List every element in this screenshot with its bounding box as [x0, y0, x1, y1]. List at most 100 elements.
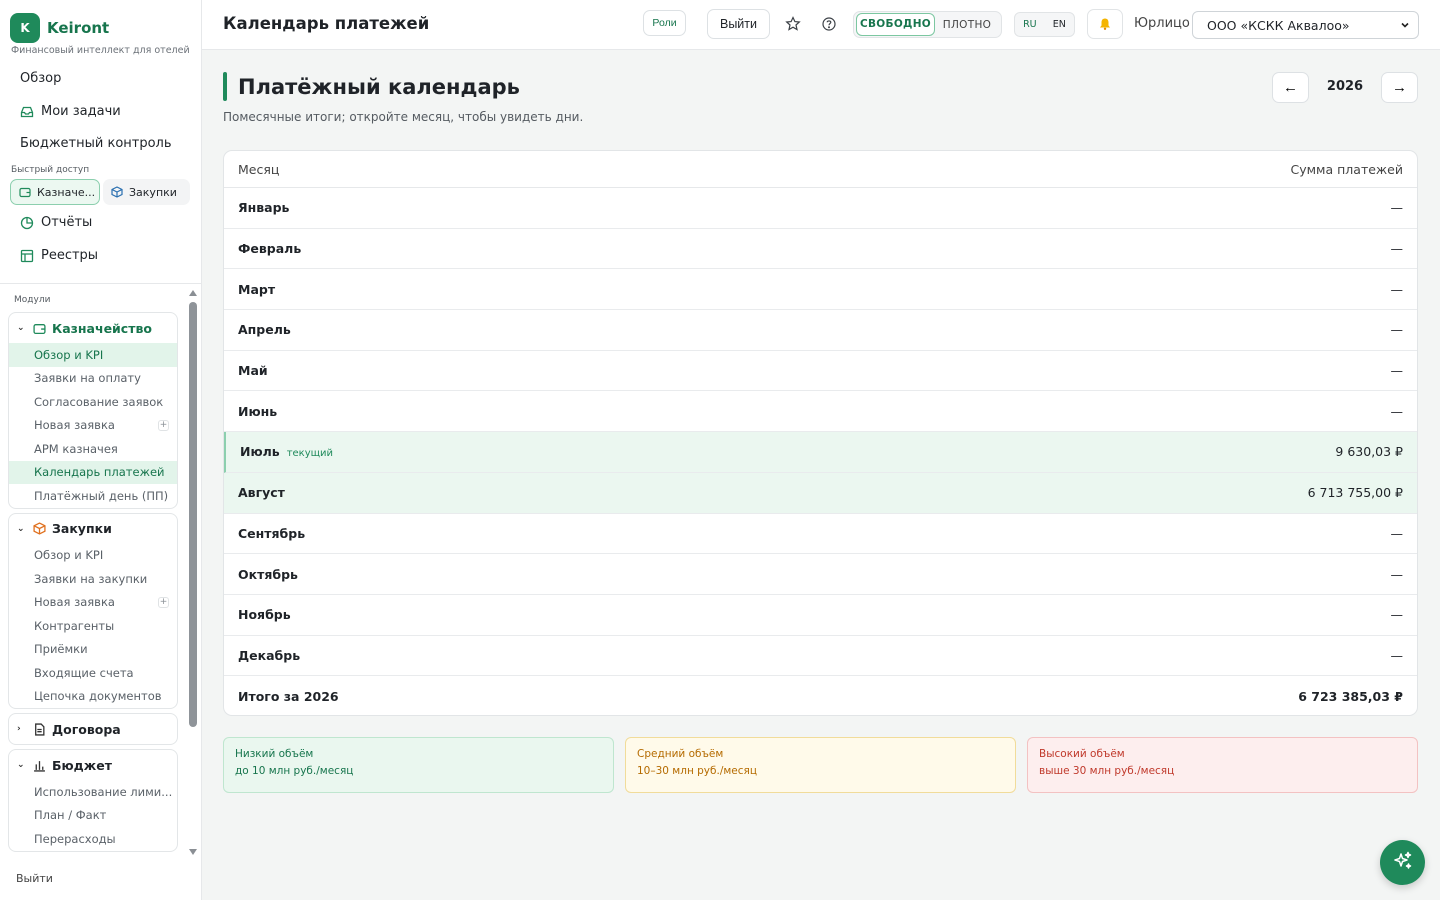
nav-reports[interactable]: Отчёты	[20, 215, 92, 230]
menu-treasury-payment-calendar[interactable]: Календарь платежей	[9, 460, 177, 484]
pie-chart-icon	[20, 216, 34, 230]
menu-budget-limits[interactable]: Использование лими...	[9, 780, 177, 804]
menu-treasury-approvals[interactable]: Согласование заявок	[9, 390, 177, 414]
month-name: Апрель	[238, 322, 291, 338]
module-contracts-header[interactable]: › Договора	[9, 714, 177, 744]
menu-item-label: План / Факт	[34, 808, 107, 823]
sidebar-logout[interactable]: Выйти	[16, 872, 53, 885]
menu-item-label: Контрагенты	[34, 618, 115, 633]
menu-treasury-payment-requests[interactable]: Заявки на оплату	[9, 367, 177, 391]
month-name: Январь	[238, 200, 290, 216]
table-row[interactable]: Август 6 713 755,00 ₽	[224, 472, 1417, 514]
table-row[interactable]: Декабрь —	[224, 636, 1417, 677]
brand-name: Keiront	[47, 19, 110, 37]
legend-low-title: Низкий объём	[235, 748, 314, 760]
nav-tasks-label: Мои задачи	[41, 104, 121, 119]
menu-treasury-workstation[interactable]: АРМ казначея	[9, 437, 177, 461]
module-treasury-label: Казначейство	[52, 320, 152, 336]
table-row[interactable]: Сентябрь —	[224, 514, 1417, 555]
lang-ru-option[interactable]: RU	[1023, 19, 1037, 30]
brand-subtitle: Финансовый интеллект для отелей	[11, 45, 190, 56]
menu-procurement-invoices[interactable]: Входящие счета	[9, 661, 177, 685]
month-sum: —	[1390, 322, 1404, 338]
table-row[interactable]: Май —	[224, 351, 1417, 392]
menu-treasury-payment-day[interactable]: Платёжный день (ПП)	[9, 484, 177, 508]
menu-item-label: Цепочка документов	[34, 689, 162, 704]
scroll-down-icon[interactable]	[189, 849, 197, 855]
lang-en-option[interactable]: EN	[1053, 19, 1066, 30]
table-row[interactable]: Октябрь —	[224, 554, 1417, 595]
entity-select-value: ООО «КСКК Аквалоо»	[1207, 17, 1350, 33]
sidebar-scrollbar[interactable]	[188, 287, 198, 857]
menu-item-label: Платёжный день (ПП)	[34, 488, 169, 503]
ai-assistant-button[interactable]	[1380, 840, 1425, 885]
month-sum: —	[1390, 525, 1404, 541]
legend-mid-volume: Средний объём 10–30 млн руб./месяц	[625, 737, 1016, 793]
table-row[interactable]: Апрель —	[224, 310, 1417, 351]
module-budget-header[interactable]: ⌄ Бюджет	[9, 750, 177, 780]
brand[interactable]: K Keiront	[10, 13, 109, 43]
table-row[interactable]: Январь —	[224, 188, 1417, 229]
menu-procurement-requests[interactable]: Заявки на закупки	[9, 567, 177, 591]
table-row-current[interactable]: Июль текущий 9 630,03 ₽	[224, 432, 1417, 473]
menu-treasury-overview[interactable]: Обзор и KPI	[9, 343, 177, 367]
nav-tasks[interactable]: Мои задачи	[20, 104, 121, 119]
table-row[interactable]: Ноябрь —	[224, 595, 1417, 636]
table-total-row: Итого за 2026 6 723 385,03 ₽	[224, 676, 1417, 715]
help-icon[interactable]	[820, 15, 838, 33]
menu-item-label: Перерасходы	[34, 831, 116, 846]
density-loose-option[interactable]: СВОБОДНО	[856, 13, 935, 36]
next-year-button[interactable]: →	[1381, 72, 1418, 103]
prev-year-button[interactable]: ←	[1272, 72, 1309, 103]
month-name: Август	[238, 485, 285, 501]
menu-item-label: Входящие счета	[34, 665, 134, 680]
menu-procurement-overview[interactable]: Обзор и KPI	[9, 544, 177, 568]
menu-item-label: Новая заявка	[34, 418, 115, 433]
legend-low-desc: до 10 млн руб./месяц	[235, 765, 354, 777]
menu-budget-plan-fact[interactable]: План / Факт	[9, 804, 177, 828]
month-name: Ноябрь	[238, 607, 291, 623]
quick-access-procurement[interactable]: Закупки	[103, 179, 190, 205]
nav-budget-control[interactable]: Бюджетный контроль	[20, 136, 172, 151]
menu-budget-overruns[interactable]: Перерасходы	[9, 827, 177, 851]
plus-icon[interactable]: +	[158, 596, 169, 608]
nav-registries[interactable]: Реестры	[20, 248, 98, 263]
plus-icon[interactable]: +	[158, 419, 169, 431]
module-procurement-header[interactable]: ⌄ Закупки	[9, 514, 177, 544]
scrollbar-thumb[interactable]	[189, 302, 197, 727]
legend-high-title: Высокий объём	[1039, 748, 1125, 760]
module-procurement-label: Закупки	[52, 521, 112, 536]
month-name: Июнь	[238, 403, 278, 419]
wallet-icon	[19, 186, 31, 198]
current-badge: текущий	[286, 448, 334, 460]
menu-item-label: Заявки на закупки	[34, 571, 148, 586]
month-name: Сентябрь	[238, 525, 306, 541]
legend-mid-title: Средний объём	[637, 748, 724, 760]
bell-icon[interactable]	[1087, 9, 1123, 39]
density-dense-option[interactable]: ПЛОТНО	[935, 19, 999, 31]
quick-access-treasury[interactable]: Казначе...	[10, 179, 100, 205]
table-row[interactable]: Март —	[224, 269, 1417, 311]
menu-procurement-receipts[interactable]: Приёмки	[9, 638, 177, 662]
language-switch: RU EN	[1014, 12, 1075, 37]
month-name: Декабрь	[238, 647, 301, 663]
module-budget: ⌄ Бюджет Использование лими... План / Фа…	[8, 749, 178, 852]
menu-treasury-new-request[interactable]: Новая заявка +	[9, 414, 177, 438]
entity-select[interactable]: ООО «КСКК Аквалоо»	[1192, 11, 1419, 39]
menu-procurement-new-request[interactable]: Новая заявка +	[9, 591, 177, 615]
nav-overview[interactable]: Обзор	[20, 71, 61, 86]
table-row[interactable]: Июнь —	[224, 391, 1417, 433]
nav-reports-label: Отчёты	[41, 215, 93, 230]
modules-list: ⌄ Казначейство Обзор и KPI Заявки на опл…	[8, 312, 178, 858]
roles-button[interactable]: Роли	[643, 10, 686, 36]
star-icon[interactable]	[784, 15, 802, 33]
module-treasury-header[interactable]: ⌄ Казначейство	[9, 313, 177, 343]
scroll-up-icon[interactable]	[189, 290, 197, 296]
module-contracts-label: Договора	[52, 721, 121, 737]
total-label: Итого за 2026	[238, 689, 339, 705]
exit-button[interactable]: Выйти	[707, 9, 770, 39]
menu-procurement-doc-chain[interactable]: Цепочка документов	[9, 685, 177, 709]
month-name: Март	[238, 281, 276, 297]
table-row[interactable]: Февраль —	[224, 229, 1417, 270]
menu-procurement-counterparties[interactable]: Контрагенты	[9, 614, 177, 638]
